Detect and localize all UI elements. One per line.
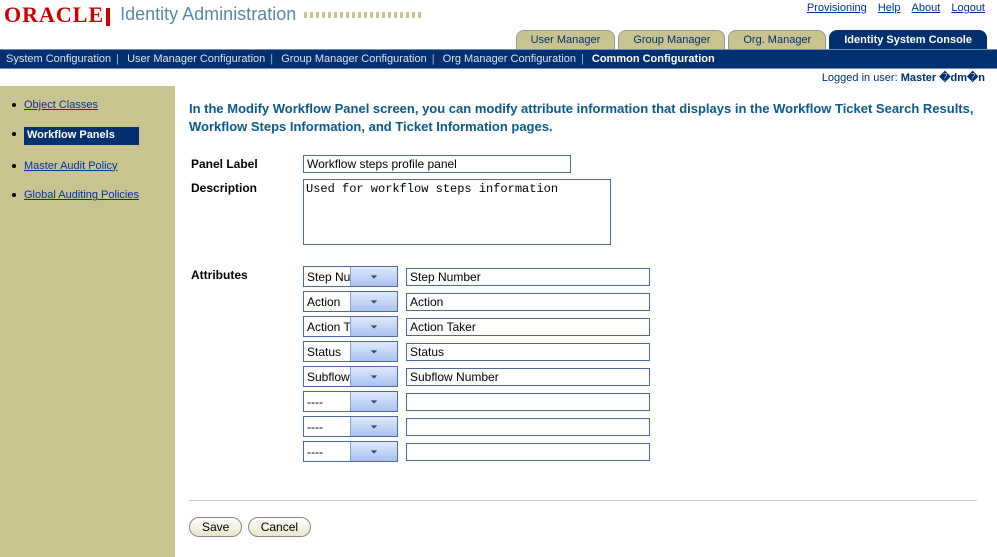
attribute-row: ---- [303,416,975,437]
attribute-text-input[interactable] [406,343,650,361]
sidebar: Object Classes Workflow Panels Master Au… [0,86,175,557]
attribute-row: Step Number [303,266,975,287]
chevron-down-icon [350,317,397,336]
chevron-down-icon [350,342,397,361]
attribute-text-input[interactable] [406,368,650,386]
chevron-down-icon [350,367,397,386]
attribute-select[interactable]: ---- [303,441,398,462]
header: ORACLE Identity Administration Provision… [0,0,997,28]
tab-org-manager[interactable]: Org. Manager [728,30,826,49]
attribute-select[interactable]: ---- [303,391,398,412]
attribute-row: Subflow Number [303,366,975,387]
tab-identity-console[interactable]: Identity System Console [829,30,987,49]
attribute-select[interactable]: Step Number [303,266,398,287]
attribute-select[interactable]: ---- [303,416,398,437]
chevron-down-icon [350,267,397,286]
sidebar-item-object-classes[interactable]: Object Classes [12,98,175,113]
attribute-select[interactable]: Status [303,341,398,362]
attribute-row: Action Taker [303,316,975,337]
sub-nav: System Configuration| User Manager Confi… [0,49,997,69]
sidebar-item-workflow-panels[interactable]: Workflow Panels [12,127,175,144]
app-title: Identity Administration [120,2,296,25]
logged-in-status: Logged in user: Master �dm�n [0,69,997,86]
tab-group-manager[interactable]: Group Manager [618,30,725,49]
attribute-row: Status [303,341,975,362]
cancel-button[interactable]: Cancel [248,517,311,537]
panel-label-label: Panel Label [191,155,301,177]
attribute-text-input[interactable] [406,318,650,336]
subnav-common[interactable]: Common Configuration [592,53,715,65]
chevron-down-icon [350,442,397,461]
chevron-down-icon [350,392,397,411]
primary-tabs: User Manager Group Manager Org. Manager … [0,30,997,49]
subnav-group[interactable]: Group Manager Configuration [281,53,427,65]
chevron-down-icon [350,292,397,311]
divider [189,500,977,501]
sidebar-item-master-audit[interactable]: Master Audit Policy [12,159,175,174]
subnav-user[interactable]: User Manager Configuration [127,53,265,65]
attribute-row: ---- [303,391,975,412]
about-link[interactable]: About [912,2,941,14]
subnav-system[interactable]: System Configuration [6,53,111,65]
description-label: Description [191,179,301,252]
attribute-text-input[interactable] [406,418,650,436]
attribute-select[interactable]: Subflow Number [303,366,398,387]
panel-label-input[interactable] [303,155,571,173]
attribute-row: ---- [303,441,975,462]
page-intro: In the Modify Workflow Panel screen, you… [189,100,977,135]
attribute-text-input[interactable] [406,393,650,411]
chevron-down-icon [350,417,397,436]
description-textarea[interactable]: Used for workflow steps information [303,179,611,245]
provisioning-link[interactable]: Provisioning [807,2,867,14]
main-content: In the Modify Workflow Panel screen, you… [175,86,997,557]
decorative-stripe [304,12,424,18]
attribute-text-input[interactable] [406,268,650,286]
help-link[interactable]: Help [878,2,901,14]
attribute-text-input[interactable] [406,293,650,311]
attributes-label: Attributes [191,266,301,470]
tab-user-manager[interactable]: User Manager [516,30,616,49]
top-links: Provisioning Help About Logout [799,2,997,14]
sidebar-item-global-auditing[interactable]: Global Auditing Policies [12,188,175,203]
logout-link[interactable]: Logout [951,2,985,14]
attribute-select[interactable]: Action Taker [303,316,398,337]
attribute-select[interactable]: Action [303,291,398,312]
attribute-row: Action [303,291,975,312]
save-button[interactable]: Save [189,517,242,537]
oracle-logo: ORACLE [4,2,110,28]
subnav-org[interactable]: Org Manager Configuration [443,53,576,65]
attribute-text-input[interactable] [406,443,650,461]
